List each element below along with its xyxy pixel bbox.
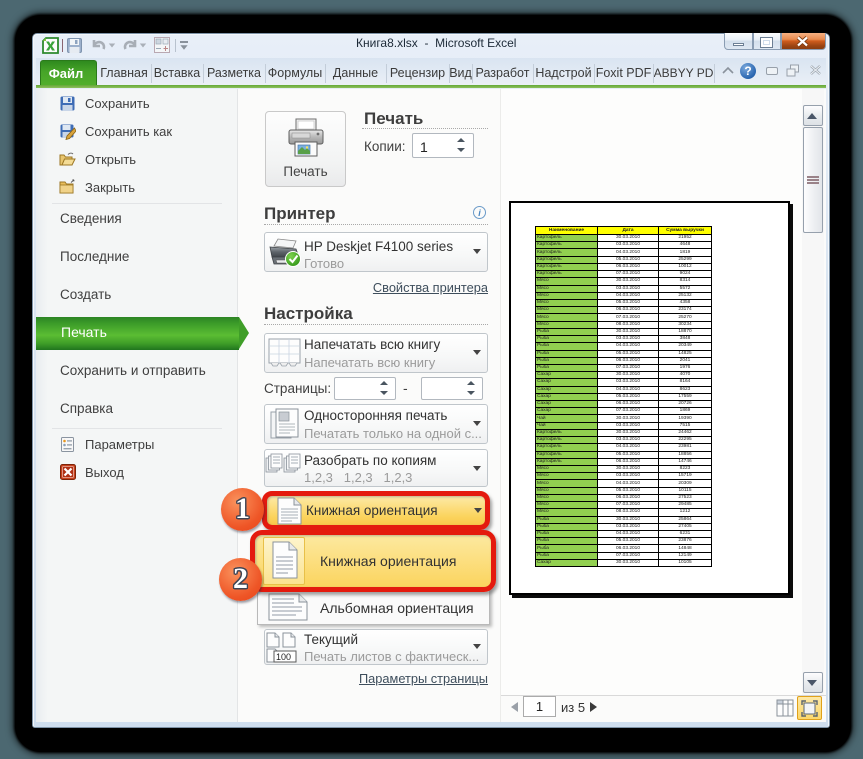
- svg-text:100: 100: [276, 652, 291, 662]
